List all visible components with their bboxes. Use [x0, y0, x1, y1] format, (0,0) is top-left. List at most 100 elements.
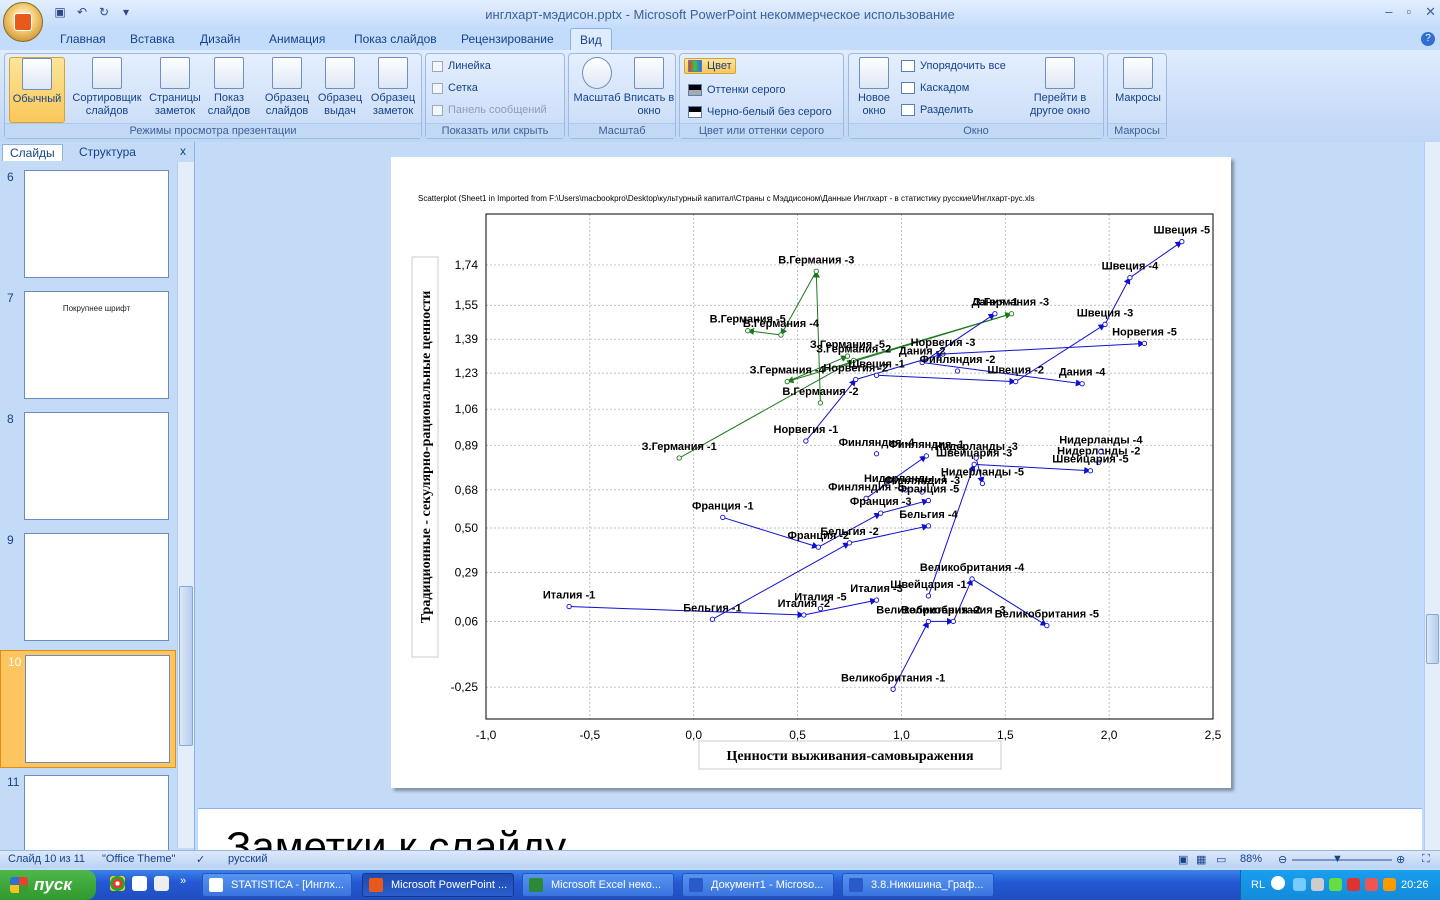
tab-review[interactable]: Рецензирование: [461, 32, 554, 46]
slide-thumbnail-10[interactable]: 10: [0, 650, 176, 768]
zoom-in-icon[interactable]: ⊕: [1396, 853, 1405, 866]
grid-checkbox[interactable]: Сетка: [432, 82, 478, 94]
data-point-label: Бельгия -4: [899, 509, 958, 521]
notes-master-button[interactable]: Образец заметок: [367, 57, 419, 118]
taskbar-item-word-1[interactable]: Документ1 - Microso...: [682, 873, 834, 897]
zoom-out-icon[interactable]: ⊖: [1278, 853, 1287, 866]
notes-page-button[interactable]: Страницы заметок: [147, 57, 203, 118]
fit-slide-icon[interactable]: ⛶: [1422, 853, 1430, 866]
quicklaunch-more-icon[interactable]: »: [180, 875, 186, 887]
new-window-button[interactable]: Новое окно: [853, 57, 895, 118]
data-point-label: Норвегия -2: [823, 363, 888, 375]
magnifier-icon: [582, 57, 612, 89]
input-language[interactable]: RL: [1251, 879, 1265, 891]
black-white-button[interactable]: Черно-белый без серого: [688, 106, 832, 118]
ruler-checkbox[interactable]: Линейка: [432, 60, 491, 72]
tray-app-icon[interactable]: [1365, 878, 1378, 891]
tab-view[interactable]: Вид: [570, 28, 612, 51]
minimize-icon[interactable]: –: [1385, 4, 1392, 20]
tab-home[interactable]: Главная: [60, 32, 106, 46]
tray-security-icon[interactable]: [1329, 878, 1342, 891]
tray-arrow-icon[interactable]: [1271, 876, 1285, 890]
arrange-all-button[interactable]: Упорядочить все: [901, 60, 1006, 72]
color-icon: [688, 60, 702, 72]
chrome-icon[interactable]: [110, 876, 125, 891]
group-color: Цвет Оттенки серого Черно-белый без серо…: [679, 53, 844, 139]
statistica-icon: [209, 878, 223, 892]
ribbon: Обычный Сортировщик слайдов Страницы зам…: [0, 50, 1440, 142]
grayscale-button[interactable]: Оттенки серого: [688, 84, 785, 96]
fit-to-window-button[interactable]: Вписать в окно: [623, 57, 675, 118]
data-point: [878, 510, 884, 516]
switch-window-button[interactable]: Перейти в другое окно: [1019, 57, 1101, 118]
handout-master-icon: [325, 57, 355, 89]
trajectory-arrow: [747, 328, 782, 336]
tab-insert[interactable]: Вставка: [130, 32, 175, 46]
data-point: [1044, 622, 1050, 629]
data-point: [813, 268, 819, 274]
view-normal-icon[interactable]: ▣: [1178, 853, 1188, 866]
taskbar-item-powerpoint[interactable]: Microsoft PowerPoint ...: [362, 873, 514, 897]
normal-view-button[interactable]: Обычный: [9, 57, 65, 123]
view-slideshow-icon[interactable]: ▭: [1216, 853, 1226, 866]
view-sorter-icon[interactable]: ▦: [1196, 853, 1206, 866]
notes-pane[interactable]: Заметки к слайду: [198, 808, 1422, 850]
language-indicator[interactable]: русский: [228, 853, 267, 865]
data-point-label: З.Германия -1: [642, 441, 717, 453]
slide-canvas[interactable]: Scatterplot (Sheet1 in Imported from F:\…: [391, 157, 1231, 788]
black-white-icon: [688, 106, 702, 118]
tab-animation[interactable]: Анимация: [269, 32, 325, 46]
tab-outline[interactable]: Структура: [72, 144, 143, 160]
scrollbar-thumb[interactable]: [179, 586, 193, 746]
tray-volume-icon[interactable]: [1311, 878, 1324, 891]
slide-thumbnail-8[interactable]: 8: [0, 408, 176, 526]
data-point-label: Италия -5: [794, 592, 846, 604]
tray-antivirus-icon[interactable]: [1347, 878, 1360, 891]
editor-scrollbar[interactable]: [1424, 142, 1440, 850]
taskbar-item-word-2[interactable]: 3.8.Никишина_Граф...: [842, 873, 994, 897]
y-tick-label: 0,29: [455, 566, 479, 580]
tab-slideshow[interactable]: Показ слайдов: [354, 32, 437, 46]
slide-thumbnail-7[interactable]: 7 Покрупнее шрифт: [0, 287, 176, 405]
y-tick-label: 1,23: [455, 366, 479, 380]
handout-master-button[interactable]: Образец выдач: [315, 57, 365, 118]
slides-panel-scrollbar[interactable]: [177, 162, 194, 848]
thumbnail-image: [25, 655, 170, 763]
slide-master-button[interactable]: Образец слайдов: [261, 57, 313, 118]
slide-thumbnail-11[interactable]: 11: [0, 771, 176, 850]
start-button[interactable]: пуск: [0, 870, 96, 900]
close-icon[interactable]: ✕: [1425, 4, 1436, 20]
spellcheck-icon[interactable]: ✓: [196, 853, 205, 866]
data-point: [778, 332, 784, 338]
slide-thumbnail-6[interactable]: 6: [0, 166, 176, 284]
taskbar-item-statistica[interactable]: STATISTICA - [Инглх...: [202, 873, 352, 897]
color-button[interactable]: Цвет: [684, 58, 736, 74]
cascade-button[interactable]: Каскадом: [901, 82, 969, 94]
zoom-slider-thumb[interactable]: ▼: [1332, 853, 1343, 865]
panel-close-icon[interactable]: x: [180, 144, 186, 158]
office-button[interactable]: [3, 2, 43, 42]
desktop-icon[interactable]: [154, 876, 169, 891]
browser-icon[interactable]: [132, 876, 147, 891]
help-icon[interactable]: ?: [1421, 32, 1435, 46]
zoom-level[interactable]: 88%: [1240, 853, 1262, 865]
scrollbar-thumb[interactable]: [1426, 614, 1439, 664]
slideshow-button[interactable]: Показ слайдов: [205, 57, 253, 118]
data-point: [890, 686, 896, 692]
group-show-hide: Линейка Сетка Панель сообщений Показать …: [425, 53, 565, 139]
slide-sorter-button[interactable]: Сортировщик слайдов: [71, 57, 143, 118]
macros-button[interactable]: Макросы: [1111, 57, 1165, 105]
y-tick-label: -0,25: [451, 680, 479, 694]
tab-design[interactable]: Дизайн: [200, 32, 240, 46]
maximize-icon[interactable]: ▫: [1406, 4, 1411, 20]
tab-slides[interactable]: Слайды: [2, 144, 63, 161]
theme-name[interactable]: "Office Theme": [102, 853, 175, 865]
split-button[interactable]: Разделить: [901, 104, 973, 116]
data-point-label: Финляндия -2: [920, 354, 996, 366]
zoom-button[interactable]: Масштаб: [571, 57, 623, 105]
powerpoint-icon: [369, 878, 383, 892]
taskbar-item-excel[interactable]: Microsoft Excel неко...: [522, 873, 674, 897]
tray-app2-icon[interactable]: [1383, 878, 1396, 891]
tray-network-icon[interactable]: [1293, 878, 1306, 891]
slide-thumbnail-9[interactable]: 9: [0, 529, 176, 647]
